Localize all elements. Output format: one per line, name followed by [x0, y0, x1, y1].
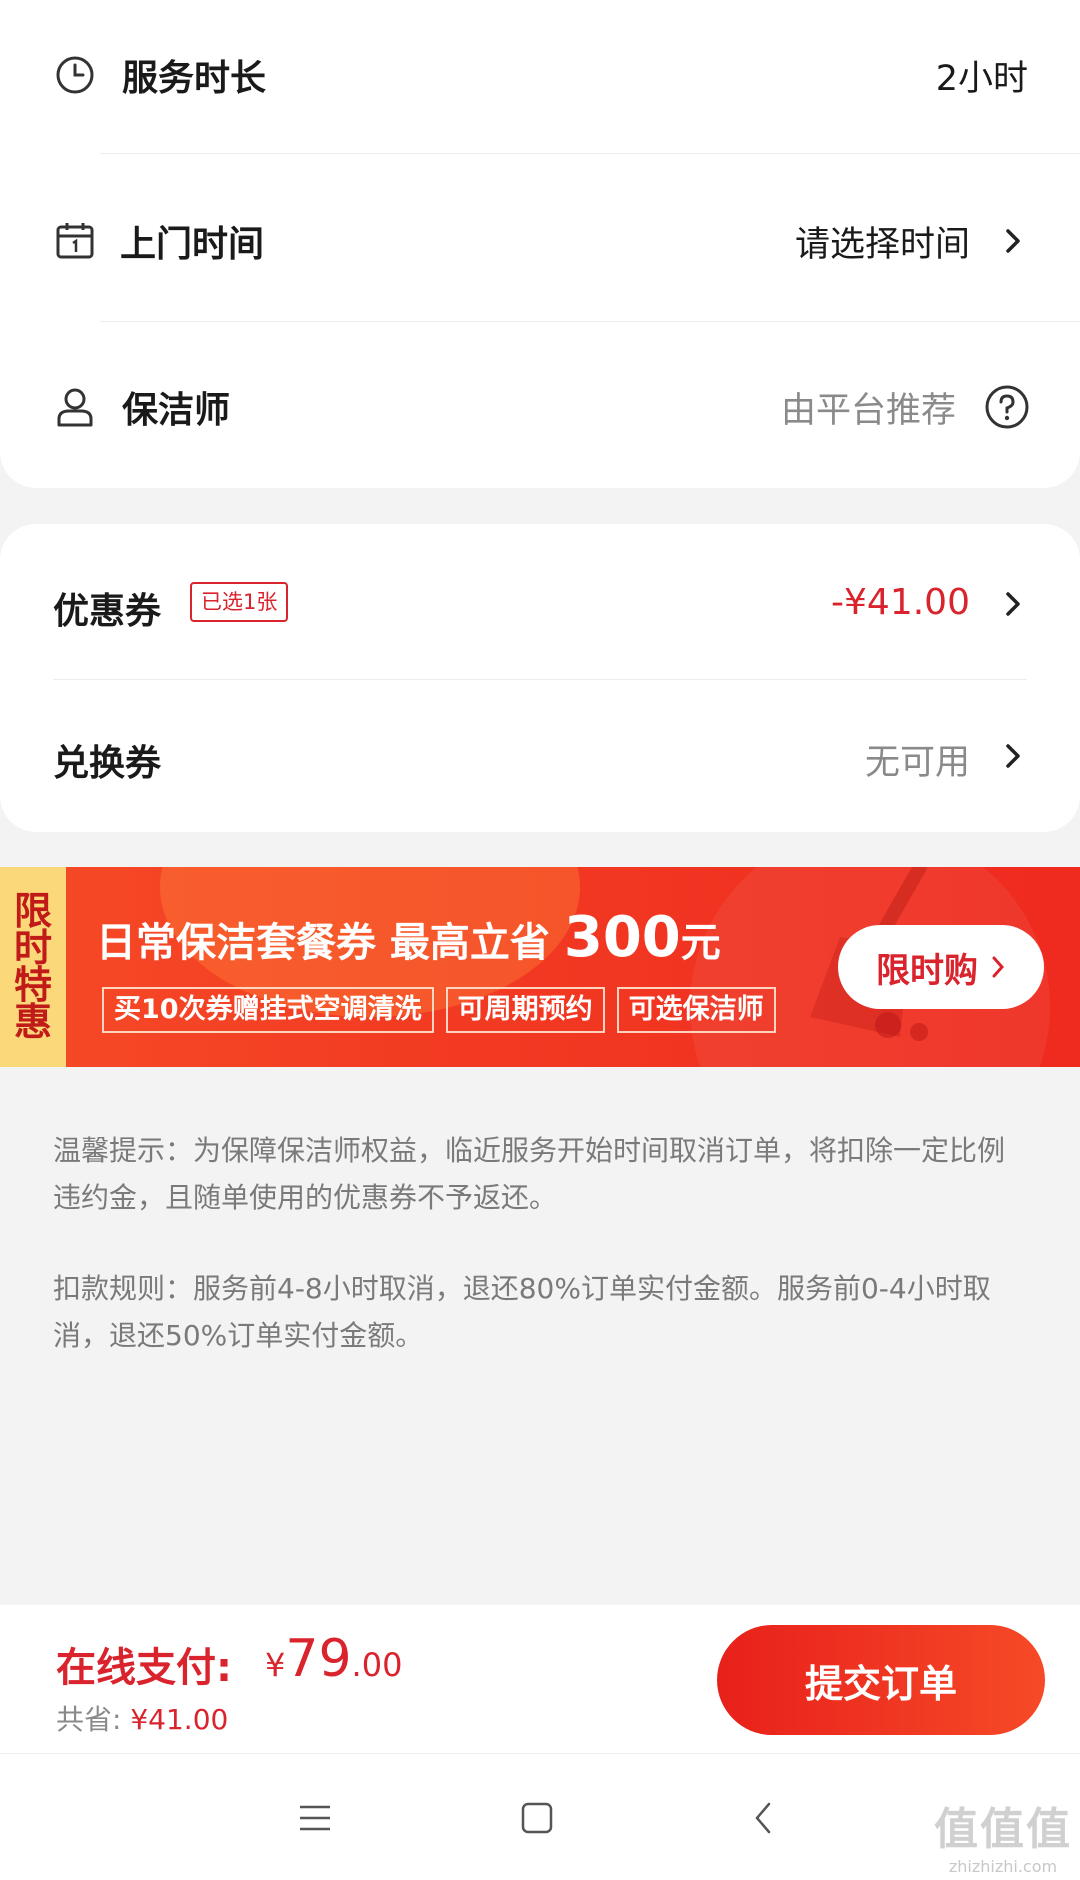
coupon-label: 优惠券	[53, 591, 162, 632]
voucher-label: 兑换券	[53, 743, 162, 784]
promo-banner[interactable]: 限 时 特 惠 日常保洁套餐券 最高立省 300元 买10次券赠挂式空调清洗 可…	[0, 867, 1080, 1067]
duration-value: 2小时	[935, 58, 1028, 99]
home-square-icon	[521, 1802, 553, 1834]
person-icon	[57, 388, 93, 427]
voucher-row[interactable]: 兑换券 无可用	[0, 696, 1080, 816]
back-chevron-icon	[755, 1802, 771, 1834]
visit-time-label: 上门时间	[120, 224, 265, 265]
banner-chip: 可周期预约	[445, 987, 605, 1033]
chevron-right-icon	[1006, 744, 1020, 768]
cancellation-tip: 温馨提示：为保障保洁师权益，临近服务开始时间取消订单，将扣除一定比例违约金，且随…	[53, 1134, 1006, 1214]
cleaner-value: 由平台推荐	[780, 390, 956, 431]
banner-side-label: 限 时 特 惠	[0, 867, 66, 1067]
menu-icon	[300, 1805, 330, 1831]
system-nav-bar	[0, 1753, 1080, 1880]
submit-order-button[interactable]: 提交订单	[717, 1625, 1045, 1735]
back-nav-button[interactable]	[733, 1788, 793, 1848]
chevron-right-icon	[1006, 229, 1020, 253]
banner-chip: 买10次券赠挂式空调清洗	[102, 987, 434, 1033]
divider	[100, 153, 1080, 154]
visit-time-row[interactable]: 上门时间 请选择时间	[0, 186, 1080, 296]
calendar-icon	[56, 223, 94, 259]
cleaner-label: 保洁师	[122, 390, 231, 431]
question-circle-icon[interactable]	[984, 384, 1030, 430]
divider	[100, 321, 1080, 322]
online-payment-label: 在线支付:	[56, 1645, 232, 1691]
refund-rule: 扣款规则：服务前4-8小时取消，退还80%订单实付金额。服务前0-4小时取消，退…	[53, 1272, 991, 1352]
home-nav-button[interactable]	[507, 1788, 567, 1848]
voucher-value: 无可用	[864, 743, 970, 783]
payment-bar: 在线支付: ¥79.00 共省: ¥41.00 提交订单	[0, 1605, 1080, 1753]
clock-icon	[56, 56, 94, 94]
menu-nav-button[interactable]	[285, 1788, 345, 1848]
limited-buy-button[interactable]: 限时购	[838, 925, 1044, 1009]
total-saved: 共省: ¥41.00	[56, 1703, 229, 1736]
duration-label: 服务时长	[122, 58, 267, 99]
duration-row: 服务时长 2小时	[0, 20, 1080, 130]
divider	[53, 679, 1027, 680]
coupon-card: 优惠券 已选1张 -¥41.00 兑换券 无可用	[0, 524, 1080, 832]
banner-chip: 可选保洁师	[616, 987, 776, 1033]
coupon-discount-value: -¥41.00	[831, 582, 970, 623]
banner-decoration	[875, 1012, 901, 1038]
banner-headline: 日常保洁套餐券 最高立省 300元	[96, 905, 721, 970]
service-card: 服务时长 2小时 上门时间 请选择时间 保洁师 由平台推荐	[0, 0, 1080, 488]
banner-decoration	[910, 1023, 928, 1041]
chevron-right-icon	[992, 956, 1005, 978]
payment-amount: ¥79.00	[265, 1629, 403, 1689]
visit-time-value[interactable]: 请选择时间	[795, 216, 970, 267]
site-watermark: 值值值 zhizhizhi.com	[934, 1804, 1072, 1876]
coupon-selected-badge: 已选1张	[190, 582, 289, 622]
chevron-right-icon	[1006, 592, 1020, 616]
banner-feature-chips: 买10次券赠挂式空调清洗 可周期预约 可选保洁师	[102, 987, 776, 1033]
coupon-row[interactable]: 优惠券 已选1张 -¥41.00	[0, 544, 1080, 664]
cleaner-row: 保洁师 由平台推荐	[0, 352, 1080, 462]
